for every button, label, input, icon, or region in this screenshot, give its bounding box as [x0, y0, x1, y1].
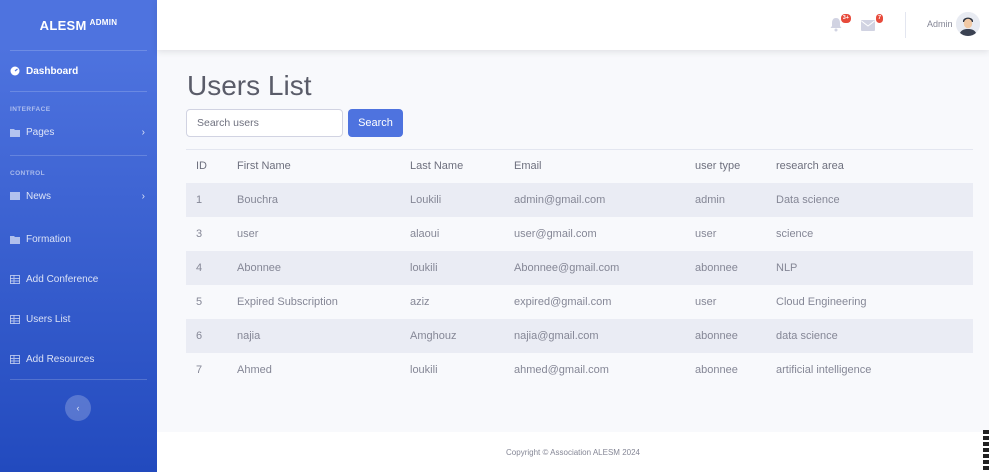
folder-icon [10, 127, 20, 137]
sidebar-item-pages[interactable]: Pages › [0, 115, 157, 149]
alerts-badge: 3+ [840, 14, 851, 23]
user-avatar-icon [956, 12, 980, 36]
sidebar-toggle-button[interactable]: ‹ [65, 395, 91, 421]
cell-last-name: Amghouz [410, 329, 457, 342]
sidebar-heading-control: CONTROL [10, 170, 45, 177]
cell-research-area: NLP [776, 261, 798, 274]
cell-first-name: Bouchra [237, 193, 278, 206]
search-button[interactable]: Search [348, 109, 403, 137]
cell-first-name: Expired Subscription [237, 295, 338, 308]
brand-name: ALESM [39, 17, 87, 33]
table-header-row: ID First Name Last Name Email user type … [186, 149, 973, 183]
column-header-email: Email [514, 160, 542, 173]
chevron-right-icon: › [141, 190, 145, 202]
table-row: 6 najia Amghouz najia@gmail.com abonnee … [186, 318, 973, 353]
cell-research-area: Data science [776, 193, 840, 206]
envelope-icon [861, 20, 875, 31]
cell-research-area: Cloud Engineering [776, 295, 867, 308]
cell-last-name: aziz [410, 295, 430, 308]
cell-id: 7 [196, 363, 203, 376]
cell-last-name: loukili [410, 363, 438, 376]
sidebar-item-label: News [26, 190, 52, 202]
cell-user-type: abonnee [695, 261, 738, 274]
cell-research-area: artificial intelligence [776, 363, 872, 376]
cell-last-name: Loukili [410, 193, 442, 206]
cell-first-name: Abonnee [237, 261, 282, 274]
messages-button[interactable]: 7 [861, 14, 883, 33]
copyright-text: Copyright © Association ALESM 2024 [506, 447, 640, 457]
sidebar-item-add-conference[interactable]: Add Conference [0, 259, 157, 299]
cell-email: najia@gmail.com [514, 329, 599, 342]
window-edge-artifact [983, 430, 989, 472]
cell-email: Abonnee@gmail.com [514, 261, 620, 274]
cell-research-area: science [776, 227, 814, 240]
user-name[interactable]: Admin [927, 19, 953, 29]
cell-email: expired@gmail.com [514, 295, 612, 308]
column-header-user-type: user type [695, 160, 741, 173]
newspaper-icon [10, 191, 20, 201]
cell-id: 1 [196, 193, 203, 206]
users-table: ID First Name Last Name Email user type … [186, 149, 973, 387]
sidebar: ALESM ADMIN Dashboard INTERFACE Pages › C… [0, 0, 157, 472]
table-row: 7 Ahmed loukili ahmed@gmail.com abonnee … [186, 353, 973, 387]
sidebar-item-label: Dashboard [26, 65, 79, 77]
cell-first-name: Ahmed [237, 363, 272, 376]
table-icon [10, 274, 20, 284]
column-header-last-name: Last Name [410, 160, 464, 173]
cell-user-type: user [695, 227, 717, 240]
footer: Copyright © Association ALESM 2024 [157, 432, 989, 472]
sidebar-item-label: Add Resources [26, 353, 95, 365]
column-header-first-name: First Name [237, 160, 291, 173]
sidebar-divider [10, 379, 147, 380]
sidebar-heading-interface: INTERFACE [10, 106, 51, 113]
chevron-left-icon: ‹ [76, 403, 80, 413]
sidebar-item-users-list[interactable]: Users List [0, 299, 157, 339]
sidebar-item-news[interactable]: News › [0, 179, 157, 213]
table-row: 3 user alaoui user@gmail.com user scienc… [186, 217, 973, 251]
chevron-right-icon: › [141, 126, 145, 138]
sidebar-item-dashboard[interactable]: Dashboard [0, 51, 157, 91]
cell-id: 6 [196, 329, 203, 342]
sidebar-item-formation[interactable]: Formation [0, 219, 157, 259]
cell-id: 3 [196, 227, 203, 240]
column-header-research-area: research area [776, 160, 844, 173]
cell-user-type: abonnee [695, 363, 738, 376]
cell-email: ahmed@gmail.com [514, 363, 609, 376]
cell-user-type: abonnee [695, 329, 738, 342]
page-title: Users List [187, 70, 312, 101]
sidebar-item-label: Pages [26, 126, 55, 138]
alerts-button[interactable]: 3+ [829, 14, 851, 33]
cell-user-type: admin [695, 193, 725, 206]
cell-email: admin@gmail.com [514, 193, 606, 206]
cell-email: user@gmail.com [514, 227, 597, 240]
topbar: 3+ 7 Admin [157, 0, 989, 50]
sidebar-brand[interactable]: ALESM ADMIN [0, 0, 157, 50]
column-header-id: ID [196, 160, 207, 173]
cell-user-type: user [695, 295, 717, 308]
avatar[interactable] [956, 12, 980, 36]
messages-badge: 7 [875, 14, 883, 23]
sidebar-item-label: Users List [26, 313, 71, 325]
cell-id: 5 [196, 295, 203, 308]
dashboard-icon [10, 66, 20, 76]
cell-last-name: alaoui [410, 227, 440, 240]
table-icon [10, 354, 20, 364]
cell-last-name: loukili [410, 261, 438, 274]
sidebar-item-label: Add Conference [26, 273, 99, 285]
cell-research-area: data science [776, 329, 838, 342]
table-row: 5 Expired Subscription aziz expired@gmai… [186, 285, 973, 319]
sidebar-item-add-resources[interactable]: Add Resources [0, 339, 157, 379]
cell-id: 4 [196, 261, 203, 274]
table-row: 4 Abonnee loukili Abonnee@gmail.com abon… [186, 250, 973, 285]
cell-first-name: user [237, 227, 259, 240]
table-icon [10, 314, 20, 324]
table-row: 1 Bouchra Loukili admin@gmail.com admin … [186, 182, 973, 217]
search-input[interactable] [186, 109, 343, 137]
brand-suffix: ADMIN [89, 17, 118, 27]
folder-icon [10, 234, 20, 244]
sidebar-item-label: Formation [26, 233, 72, 245]
topbar-divider [905, 12, 906, 38]
cell-first-name: najia [237, 329, 261, 342]
